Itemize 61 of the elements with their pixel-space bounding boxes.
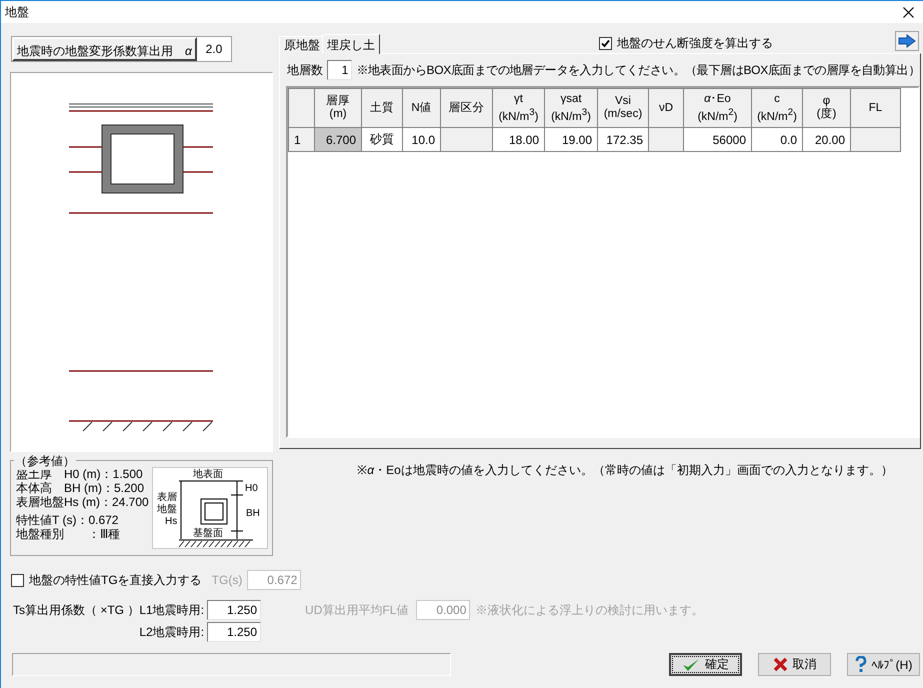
table-cell[interactable]: 18.00 (492, 128, 544, 152)
dropdown-cell[interactable] (850, 128, 900, 152)
column-header: νD (648, 88, 684, 128)
diagram-label: H0 (245, 483, 258, 494)
dropdown-cell[interactable] (440, 128, 492, 152)
window-title: 地盤 (5, 4, 29, 20)
checkmark-icon (682, 656, 700, 672)
diagram-label: BH (246, 508, 260, 519)
column-header: N値 (402, 88, 440, 128)
column-header: α･Eo (kN/m$^{2}$) (684, 88, 752, 128)
l1-field[interactable]: 1.250 (207, 600, 262, 620)
hint-text: ※液状化による浮上りの検討に用います。 (475, 602, 704, 618)
tab[interactable]: 埋戻し土 (322, 34, 380, 54)
diagram-label: 基盤面 (193, 528, 223, 539)
column-header: 層区分 (440, 88, 492, 128)
column-header: 土質 (362, 88, 402, 128)
diagram-label: 地盤 (157, 504, 177, 515)
dropdown-cell[interactable] (648, 128, 684, 152)
cancel-button[interactable]: 取消 (758, 653, 831, 676)
field-label: 地層数 (287, 62, 323, 78)
reference-value: 特性値T (s)：0.672 (16, 513, 120, 527)
diagram-label: 地表面 (193, 469, 223, 480)
field-label: UD算出用平均FL値 (305, 602, 408, 618)
reference-value: 本体高 BH (m)：5.200 (16, 481, 146, 495)
table-cell[interactable]: 19.00 (544, 128, 598, 152)
next-button[interactable] (895, 31, 919, 51)
ok-button[interactable]: 確定 (669, 653, 742, 676)
column-header: φ (度) (802, 88, 850, 128)
table-cell[interactable]: 砂質 (362, 128, 402, 152)
field-label: Ts算出用係数（ ×TG ） (13, 602, 140, 618)
column-header: 層厚 (m) (314, 88, 362, 128)
column-header: γt (kN/m$^{3}$) (492, 88, 544, 128)
table-cell: 6.700 (314, 128, 362, 152)
note-text: ※α・Eoは地震時の値を入力してください。（常時の値は「初期入力」画面での入力となります。） (356, 462, 894, 479)
arrow-right-icon (898, 34, 916, 48)
column-header: γsat (kN/m$^{3}$) (544, 88, 598, 128)
checkbox-label: 地盤の特性値TGを直接入力する (29, 572, 202, 588)
row-number: 1 (288, 128, 314, 152)
layer-count-field[interactable]: 1 (327, 60, 352, 80)
help-icon (854, 656, 867, 673)
group-title: （参考値） (14, 453, 76, 470)
checkbox-label: 地盤のせん断強度を算出する (617, 35, 773, 52)
field-label: TG(s) (212, 573, 242, 587)
tab[interactable]: 原地盤 (279, 36, 324, 54)
l2-field[interactable]: 1.250 (207, 622, 262, 642)
help-button[interactable]: ﾍﾙﾌﾟ(H) (847, 653, 920, 676)
close-icon (772, 657, 788, 672)
reference-value: 地盤種別 ：Ⅲ種 (16, 527, 121, 541)
field-label: L1地震時用: (139, 602, 204, 618)
column-header: c (kN/m$^{2}$) (752, 88, 802, 128)
close-icon[interactable] (903, 6, 914, 18)
column-header: FL (850, 88, 900, 128)
diagram-label: 表層 (157, 492, 177, 503)
field-label: L2地震時用: (138, 624, 204, 640)
table-cell[interactable]: 56000 (684, 128, 752, 152)
instruction-text: ※地表面からBOX底面までの地層データを入力してください。（最下層はBOX底面までの層厚を自動算出） (356, 62, 920, 78)
reference-value: 表層地盤Hs (m)：24.700 (16, 495, 148, 509)
diagram-label: Hs (165, 516, 178, 527)
checkbox[interactable] (599, 37, 612, 50)
table-cell[interactable]: 0.0 (752, 128, 802, 152)
column-header: Vsi (m/sec) (598, 88, 648, 128)
